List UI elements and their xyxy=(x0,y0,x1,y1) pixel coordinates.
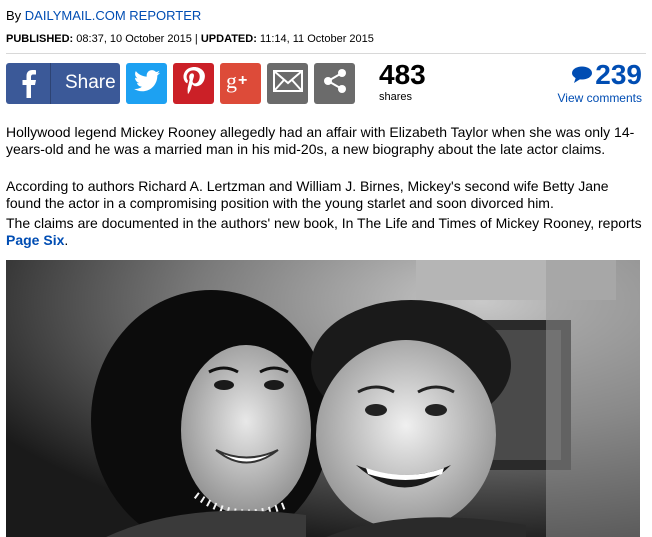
photo-image xyxy=(6,260,640,537)
paragraph-3-text: The claims are documented in the authors… xyxy=(6,215,642,231)
page-six-link[interactable]: Page Six xyxy=(6,232,64,248)
byline-prefix: By xyxy=(6,8,25,23)
facebook-icon xyxy=(6,62,51,104)
share-count-number: 483 xyxy=(379,59,426,90)
facebook-share-label: Share xyxy=(65,72,116,93)
updated-value: 11:14, 11 October 2015 xyxy=(256,33,374,45)
pinterest-share-button[interactable] xyxy=(173,62,214,104)
svg-text:+: + xyxy=(238,72,247,89)
twitter-icon xyxy=(133,69,160,97)
article-paragraph-3: The claims are documented in the authors… xyxy=(6,215,646,249)
article-paragraph-1: Hollywood legend Mickey Rooney allegedly… xyxy=(6,124,635,157)
view-comments-link[interactable]: View comments xyxy=(558,91,642,105)
article-paragraph-2: According to authors Richard A. Lertzman… xyxy=(6,178,609,211)
article-dates: PUBLISHED: 08:37, 10 October 2015 | UPDA… xyxy=(6,33,374,45)
twitter-share-button[interactable] xyxy=(126,62,167,104)
article-photo xyxy=(6,260,640,537)
comment-bubble-icon xyxy=(571,60,593,90)
facebook-share-button[interactable]: Share xyxy=(6,62,120,104)
comments-link[interactable]: 239 View comments xyxy=(558,60,642,106)
google-plus-share-button[interactable]: g + xyxy=(220,62,261,104)
svg-text:g: g xyxy=(226,69,237,93)
author-link[interactable]: DAILYMAIL.COM REPORTER xyxy=(25,8,202,23)
byline: By DAILYMAIL.COM REPORTER xyxy=(6,8,201,23)
google-plus-icon: g + xyxy=(226,68,256,98)
more-share-button[interactable] xyxy=(314,62,355,104)
published-value: 08:37, 10 October 2015 | xyxy=(73,33,201,45)
share-count: 483 shares xyxy=(379,59,426,104)
pinterest-icon xyxy=(183,66,205,100)
email-share-button[interactable] xyxy=(267,62,308,104)
comment-count[interactable]: 239 xyxy=(595,60,642,90)
share-count-label: shares xyxy=(379,91,413,103)
published-label: PUBLISHED: xyxy=(6,33,74,45)
mail-icon xyxy=(272,69,303,97)
divider xyxy=(6,53,646,54)
share-toolbar: Share g + xyxy=(6,62,361,104)
paragraph-3-end: . xyxy=(64,232,69,248)
updated-label: UPDATED: xyxy=(200,33,257,45)
share-more-icon xyxy=(322,68,348,99)
